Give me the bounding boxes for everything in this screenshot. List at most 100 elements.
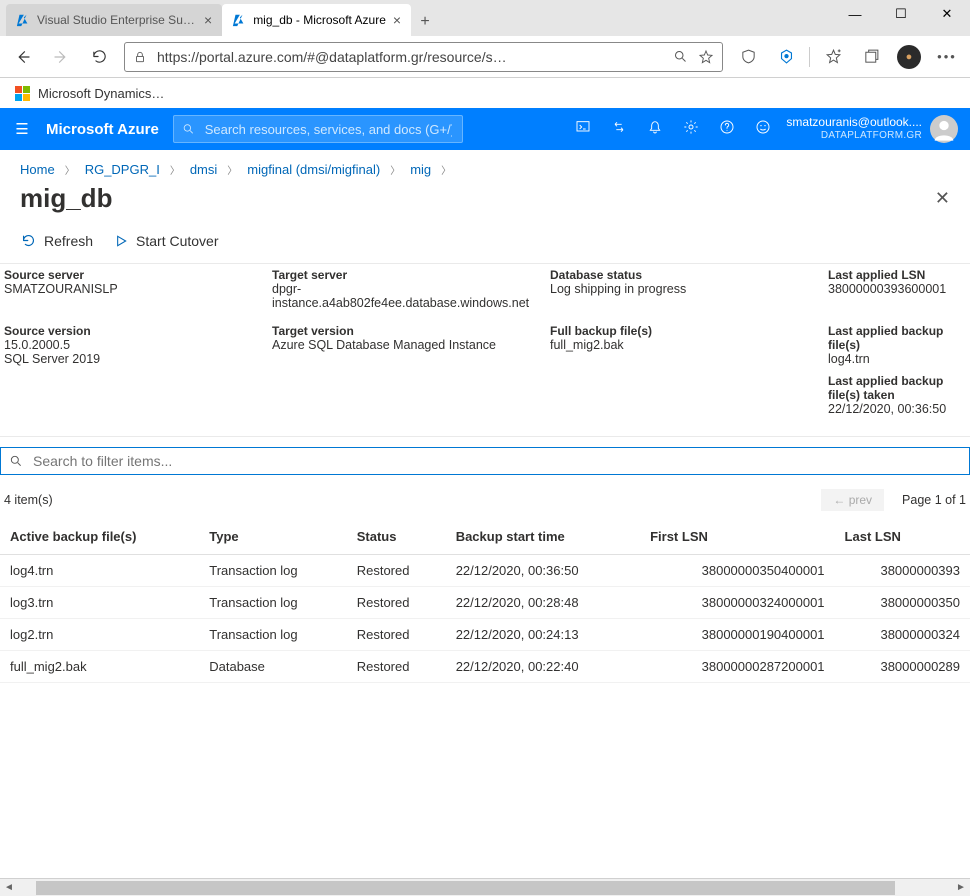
back-arrow-icon xyxy=(14,48,32,66)
lock-icon xyxy=(133,50,147,64)
azure-search-input[interactable] xyxy=(203,121,454,138)
azure-search-box[interactable] xyxy=(173,115,463,143)
last-backup-taken-label: Last applied backup file(s) taken xyxy=(828,374,966,402)
favorites-star-icon[interactable] xyxy=(814,38,852,76)
filter-box[interactable] xyxy=(0,447,970,475)
browser-titlebar: Visual Studio Enterprise Subscription × … xyxy=(0,0,970,36)
last-backup-label: Last applied backup file(s) xyxy=(828,324,966,352)
refresh-label: Refresh xyxy=(44,233,93,249)
more-menu-button[interactable]: ••• xyxy=(928,38,966,76)
back-button[interactable] xyxy=(4,38,42,76)
breadcrumb-link[interactable]: dmsi xyxy=(190,162,217,177)
cell-first-lsn: 38000000324000001 xyxy=(640,587,834,619)
col-status[interactable]: Status xyxy=(347,519,446,555)
browser-tab-2[interactable]: mig_db - Microsoft Azure × xyxy=(222,4,411,36)
start-cutover-label: Start Cutover xyxy=(136,233,218,249)
db-status-value: Log shipping in progress xyxy=(550,282,812,296)
microsoft-logo-icon xyxy=(14,85,30,101)
scroll-left-arrow-icon[interactable]: ◄ xyxy=(0,882,18,893)
close-icon[interactable]: × xyxy=(393,12,401,28)
col-file[interactable]: Active backup file(s) xyxy=(0,519,199,555)
feedback-icon[interactable] xyxy=(754,119,772,139)
browser-tab-1-title: Visual Studio Enterprise Subscription xyxy=(37,13,197,27)
breadcrumb: Home〉 RG_DPGR_I〉 dmsi〉 migfinal (dmsi/mi… xyxy=(0,150,970,183)
window-minimize-button[interactable]: — xyxy=(832,0,878,28)
scrollbar-thumb[interactable] xyxy=(36,881,895,895)
hamburger-menu[interactable]: ☰ xyxy=(12,120,32,138)
breadcrumb-link[interactable]: migfinal (dmsi/migfinal) xyxy=(247,162,380,177)
target-version-label: Target version xyxy=(272,324,534,338)
last-lsn-label: Last applied LSN xyxy=(828,268,966,282)
last-backup-taken-value: 22/12/2020, 00:36:50 xyxy=(828,402,966,416)
search-icon xyxy=(182,122,195,136)
full-backup-label: Full backup file(s) xyxy=(550,324,812,338)
address-bar-text: https://portal.azure.com/#@dataplatform.… xyxy=(157,49,663,65)
cloud-shell-icon[interactable] xyxy=(574,119,592,139)
help-icon[interactable] xyxy=(718,119,736,139)
notifications-icon[interactable] xyxy=(646,119,664,139)
bookmarks-bar: Microsoft Dynamics… xyxy=(0,78,970,108)
azure-brand[interactable]: Microsoft Azure xyxy=(46,121,159,138)
command-bar: Refresh Start Cutover xyxy=(0,226,970,263)
refresh-icon xyxy=(20,232,37,249)
full-backup-value: full_mig2.bak xyxy=(550,338,812,352)
directory-switcher-icon[interactable] xyxy=(610,119,628,139)
account-menu[interactable]: smatzouranis@outlook.... DATAPLATFORM.GR xyxy=(786,115,958,143)
chevron-right-icon: 〉 xyxy=(227,162,237,177)
col-first-lsn[interactable]: First LSN xyxy=(640,519,834,555)
breadcrumb-link[interactable]: Home xyxy=(20,162,55,177)
col-type[interactable]: Type xyxy=(199,519,346,555)
close-blade-button[interactable]: ✕ xyxy=(935,188,950,209)
table-row[interactable]: log2.trnTransaction logRestored22/12/202… xyxy=(0,619,970,651)
prev-page-button[interactable]: ← prev xyxy=(821,489,884,511)
filter-input[interactable] xyxy=(31,452,961,470)
profile-avatar[interactable]: ● xyxy=(890,38,928,76)
settings-gear-icon[interactable] xyxy=(682,119,700,139)
refresh-button[interactable]: Refresh xyxy=(20,232,93,249)
chevron-right-icon: 〉 xyxy=(390,162,400,177)
cell-status: Restored xyxy=(347,587,446,619)
browser-tab-2-title: mig_db - Microsoft Azure xyxy=(253,13,386,27)
cell-status: Restored xyxy=(347,619,446,651)
target-version-value: Azure SQL Database Managed Instance xyxy=(272,338,534,352)
search-icon xyxy=(9,454,23,468)
breadcrumb-link[interactable]: RG_DPGR_I xyxy=(85,162,160,177)
essentials-panel: Source server SMATZOURANISLP Target serv… xyxy=(0,263,970,437)
refresh-button[interactable] xyxy=(80,38,118,76)
horizontal-scrollbar[interactable]: ◄ ► xyxy=(0,878,970,896)
item-count: 4 item(s) xyxy=(4,493,53,507)
table-row[interactable]: log3.trnTransaction logRestored22/12/202… xyxy=(0,587,970,619)
cell-type: Database xyxy=(199,651,346,683)
cell-file: log2.trn xyxy=(0,619,199,651)
start-cutover-button[interactable]: Start Cutover xyxy=(113,233,218,249)
bookmark-item[interactable]: Microsoft Dynamics… xyxy=(38,86,164,101)
col-start[interactable]: Backup start time xyxy=(446,519,640,555)
search-icon[interactable] xyxy=(673,49,688,64)
favorite-icon[interactable] xyxy=(698,49,714,65)
extension-shield-icon[interactable] xyxy=(729,38,767,76)
table-row[interactable]: full_mig2.bakDatabaseRestored22/12/2020,… xyxy=(0,651,970,683)
window-maximize-button[interactable]: ☐ xyxy=(878,0,924,28)
close-icon[interactable]: × xyxy=(204,12,212,28)
new-tab-button[interactable]: + xyxy=(411,8,439,36)
cell-type: Transaction log xyxy=(199,555,346,587)
page-title: mig_db xyxy=(20,183,112,214)
db-status-label: Database status xyxy=(550,268,812,282)
azure-icon xyxy=(16,13,30,27)
browser-tab-1[interactable]: Visual Studio Enterprise Subscription × xyxy=(6,4,222,36)
collections-icon[interactable] xyxy=(852,38,890,76)
cell-file: full_mig2.bak xyxy=(0,651,199,683)
extension-badge-icon[interactable] xyxy=(767,38,805,76)
table-row[interactable]: log4.trnTransaction logRestored22/12/202… xyxy=(0,555,970,587)
last-backup-value: log4.trn xyxy=(828,352,966,366)
col-last-lsn[interactable]: Last LSN xyxy=(835,519,970,555)
cell-file: log4.trn xyxy=(0,555,199,587)
address-bar[interactable]: https://portal.azure.com/#@dataplatform.… xyxy=(124,42,723,72)
list-toolbar: 4 item(s) ← prev Page 1 of 1 xyxy=(0,481,970,519)
window-close-button[interactable]: ✕ xyxy=(924,0,970,28)
scroll-right-arrow-icon[interactable]: ► xyxy=(952,882,970,893)
cell-first-lsn: 38000000190400001 xyxy=(640,619,834,651)
breadcrumb-link[interactable]: mig xyxy=(410,162,431,177)
forward-button[interactable] xyxy=(42,38,80,76)
target-server-label: Target server xyxy=(272,268,534,282)
